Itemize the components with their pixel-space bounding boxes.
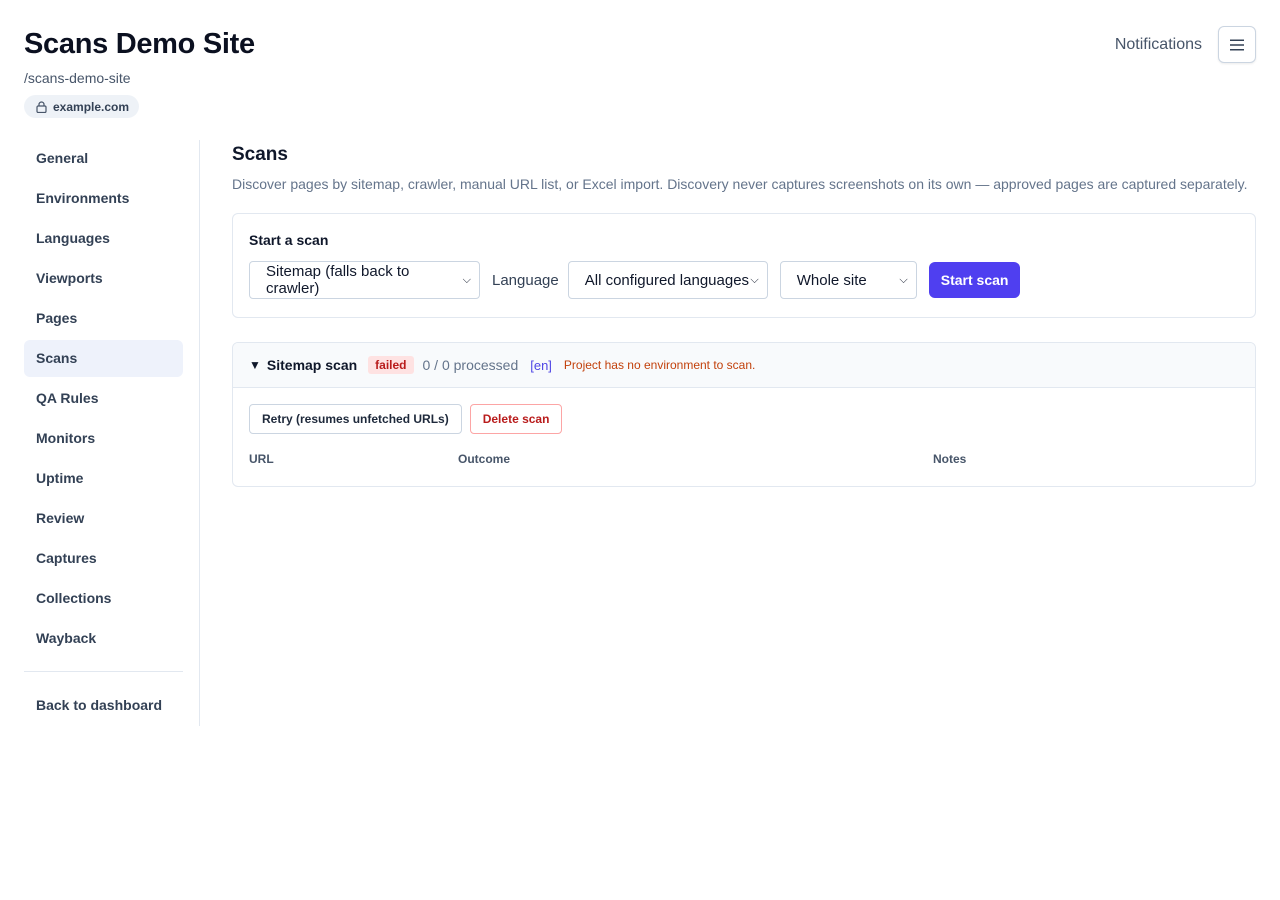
site-slug: /scans-demo-site — [24, 70, 131, 86]
sidebar-item-captures[interactable]: Captures — [24, 540, 183, 577]
menu-button[interactable] — [1218, 26, 1256, 63]
column-header-outcome: Outcome — [458, 452, 511, 466]
status-badge: failed — [368, 356, 414, 374]
main-content: Scans Discover pages by sitemap, crawler… — [232, 144, 1256, 487]
scan-details: Retry (resumes unfetched URLs) Delete sc… — [233, 388, 1255, 486]
language-value: All configured languages — [584, 271, 750, 289]
page-description: Discover pages by sitemap, crawler, manu… — [232, 176, 1248, 192]
sidebar-item-languages[interactable]: Languages — [24, 220, 183, 257]
start-scan-card: Start a scan Sitemap (falls back to craw… — [232, 213, 1256, 318]
chevron-down-icon: ⌵ — [750, 273, 759, 286]
start-scan-form: Sitemap (falls back to crawler) ⌵ Langua… — [249, 261, 1239, 299]
sidebar-divider — [24, 671, 183, 672]
scan-method-select[interactable]: Sitemap (falls back to crawler) ⌵ — [249, 261, 480, 299]
lock-icon — [36, 100, 47, 113]
start-scan-button[interactable]: Start scan — [928, 262, 1021, 298]
delete-scan-button[interactable]: Delete scan — [469, 404, 563, 434]
sidebar-item-pages[interactable]: Pages — [24, 300, 183, 337]
column-header-notes: Notes — [933, 452, 967, 466]
back-to-dashboard-link[interactable]: Back to dashboard — [24, 697, 199, 713]
results-table-header: URL Outcome Notes — [249, 452, 1239, 472]
chevron-down-icon: ⌵ — [462, 273, 471, 286]
sidebar-item-uptime[interactable]: Uptime — [24, 460, 183, 497]
sidebar-item-wayback[interactable]: Wayback — [24, 620, 183, 657]
scan-entry: ▼ Sitemap scan failed 0 / 0 processed [e… — [232, 342, 1256, 487]
column-header-url: URL — [249, 452, 274, 466]
domain-text: example.com — [53, 99, 130, 114]
scan-name: Sitemap scan — [266, 357, 358, 373]
sidebar-item-qa-rules[interactable]: QA Rules — [24, 380, 183, 417]
sidebar-item-collections[interactable]: Collections — [24, 580, 183, 617]
domain-badge: example.com — [24, 95, 140, 118]
sidebar-item-general[interactable]: General — [24, 140, 183, 177]
collapse-triangle-icon: ▼ — [249, 358, 261, 372]
scan-actions: Retry (resumes unfetched URLs) Delete sc… — [249, 404, 1239, 434]
sidebar-item-monitors[interactable]: Monitors — [24, 420, 183, 457]
settings-sidebar: General Environments Languages Viewports… — [24, 140, 200, 726]
sidebar-item-viewports[interactable]: Viewports — [24, 260, 183, 297]
scope-value: Whole site — [796, 271, 867, 289]
retry-button[interactable]: Retry (resumes unfetched URLs) — [249, 404, 462, 434]
page-header: Scans Demo Site /scans-demo-site example… — [24, 26, 255, 118]
page-title: Scans — [232, 144, 288, 165]
sidebar-item-environments[interactable]: Environments — [24, 180, 183, 217]
scan-method-value: Sitemap (falls back to crawler) — [266, 263, 410, 297]
processed-count: 0 / 0 processed — [422, 357, 519, 373]
scope-select[interactable]: Whole site ⌵ — [779, 261, 917, 299]
top-actions: Notifications — [1115, 26, 1256, 63]
scan-error-message: Project has no environment to scan. — [563, 358, 756, 372]
language-select[interactable]: All configured languages ⌵ — [567, 261, 768, 299]
language-label: Language — [492, 271, 559, 289]
notifications-link[interactable]: Notifications — [1115, 36, 1202, 54]
sidebar-item-review[interactable]: Review — [24, 500, 183, 537]
site-title: Scans Demo Site — [24, 28, 255, 60]
chevron-down-icon: ⌵ — [899, 273, 908, 286]
hamburger-menu-icon — [1230, 39, 1244, 50]
scan-summary[interactable]: ▼ Sitemap scan failed 0 / 0 processed [e… — [233, 343, 1255, 388]
sidebar-item-scans[interactable]: Scans — [24, 340, 183, 377]
start-scan-title: Start a scan — [249, 232, 329, 248]
scan-language-tag: [en] — [530, 357, 552, 373]
